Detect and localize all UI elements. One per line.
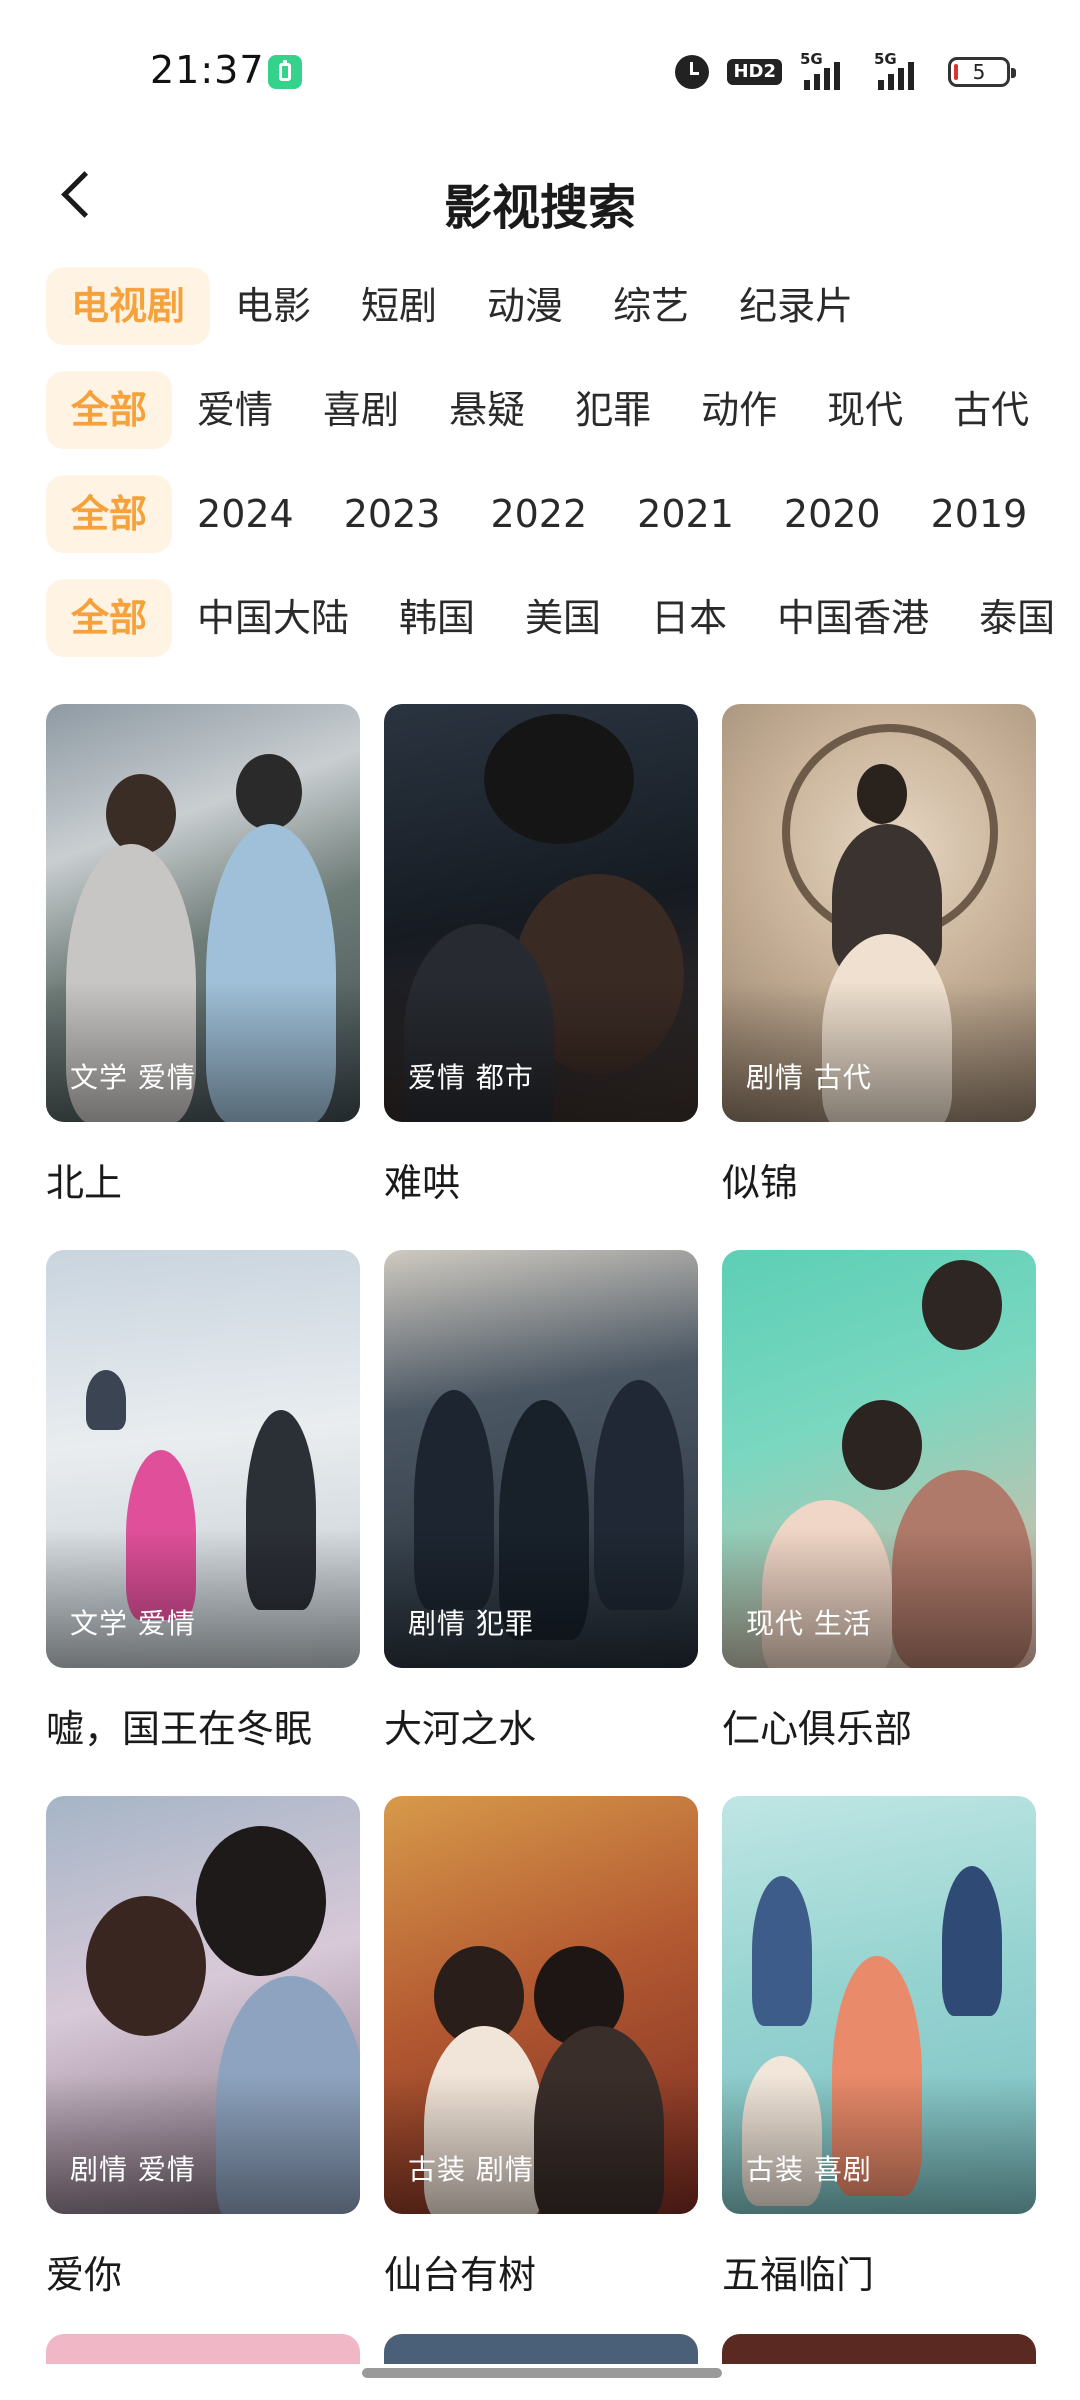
filter-chip-genre[interactable]: 动作 — [676, 371, 802, 449]
filter-chip-genre[interactable]: 现代 — [802, 371, 928, 449]
status-time: 21:37 — [150, 48, 265, 92]
title-bar: 影视搜索 — [0, 140, 1080, 250]
filter-row-year: 全部 2024 2023 2022 2021 2020 2019 2018 — [46, 474, 1080, 554]
card-title: 难哄 — [384, 1161, 461, 1205]
filter-row-region: 全部 中国大陆 韩国 美国 日本 中国香港 泰国 — [46, 578, 1080, 658]
filter-chip-type[interactable]: 短剧 — [336, 267, 462, 345]
filter-chip-type[interactable]: 纪录片 — [714, 267, 878, 345]
result-card[interactable]: 古装 剧情 仙台有树 — [384, 1796, 698, 2299]
filter-chip-year[interactable]: 2019 — [906, 475, 1053, 553]
card-title: 北上 — [46, 1161, 123, 1205]
filter-chip-type[interactable]: 电影 — [210, 267, 336, 345]
filter-chip-genre[interactable]: 喜剧 — [298, 371, 424, 449]
signal-2-icon: 5G — [874, 50, 930, 90]
card-title: 爱你 — [46, 2253, 123, 2297]
poster-tags: 现代 生活 — [746, 1607, 872, 1640]
poster-image: 剧情 古代 — [722, 704, 1036, 1122]
poster-image: 剧情 犯罪 — [384, 1250, 698, 1668]
filter-chip-year[interactable]: 2024 — [172, 475, 319, 553]
result-card[interactable]: 古装 喜剧 五福临门 — [722, 1796, 1036, 2299]
movie-search-screen: 21:37 HD2 5G 5G 5 影视搜索 电视剧 电影 短剧 动漫 综艺 纪… — [0, 0, 1080, 2400]
card-title: 五福临门 — [722, 2253, 875, 2297]
card-title: 似锦 — [722, 1161, 799, 1205]
filter-chip-type[interactable]: 动漫 — [462, 267, 588, 345]
status-bar: 21:37 HD2 5G 5G 5 — [0, 0, 1080, 140]
filter-chip-region[interactable]: 全部 — [46, 579, 173, 657]
poster-image: 剧情 爱情 — [46, 1796, 360, 2214]
poster-image: 古装 剧情 — [384, 1796, 698, 2214]
card-title: 仁心俱乐部 — [722, 1707, 913, 1751]
filter-row-type: 电视剧 电影 短剧 动漫 综艺 纪录片 — [46, 266, 1080, 346]
filter-chip-region[interactable]: 美国 — [500, 579, 626, 657]
filter-chip-genre[interactable]: 犯罪 — [550, 371, 676, 449]
card-title: 大河之水 — [384, 1707, 537, 1751]
poster-tags: 古装 喜剧 — [746, 2153, 872, 2186]
poster-image: 现代 生活 — [722, 1250, 1036, 1668]
poster-image: 古装 喜剧 — [722, 1796, 1036, 2214]
poster-tags: 文学 爱情 — [70, 1607, 196, 1640]
result-card-partial[interactable] — [384, 2334, 698, 2364]
filter-chip-region[interactable]: 韩国 — [374, 579, 500, 657]
filter-chip-year[interactable]: 2018 — [1052, 475, 1080, 553]
signal-1-icon: 5G — [800, 50, 856, 90]
poster-tags: 剧情 爱情 — [70, 2153, 196, 2186]
filter-chip-type[interactable]: 电视剧 — [46, 267, 211, 345]
filter-row-genre: 全部 爱情 喜剧 悬疑 犯罪 动作 现代 古代 — [46, 370, 1080, 450]
poster-tags: 文学 爱情 — [70, 1061, 196, 1094]
filter-chip-genre[interactable]: 全部 — [46, 371, 173, 449]
filter-chip-region[interactable]: 日本 — [626, 579, 752, 657]
poster-image: 文学 爱情 — [46, 704, 360, 1122]
battery-icon: 5 — [948, 57, 1016, 87]
poster-tags: 剧情 古代 — [746, 1061, 872, 1094]
filter-chip-year[interactable]: 2021 — [612, 475, 759, 553]
poster-tags: 剧情 犯罪 — [408, 1607, 534, 1640]
filter-chip-genre[interactable]: 爱情 — [172, 371, 298, 449]
filter-chip-year[interactable]: 2022 — [465, 475, 612, 553]
battery-level: 5 — [972, 60, 986, 84]
status-icons: HD2 5G 5G 5 — [675, 50, 1016, 92]
filter-chip-year[interactable]: 全部 — [46, 475, 173, 553]
result-card[interactable]: 爱情 都市 难哄 — [384, 704, 698, 1207]
result-card[interactable]: 现代 生活 仁心俱乐部 — [722, 1250, 1036, 1753]
result-card[interactable]: 剧情 古代 似锦 — [722, 704, 1036, 1207]
filter-chip-year[interactable]: 2023 — [319, 475, 466, 553]
result-card-partial[interactable] — [722, 2334, 1036, 2364]
filter-chip-genre[interactable]: 悬疑 — [424, 371, 550, 449]
page-title: 影视搜索 — [443, 180, 636, 236]
hd-voice-icon: HD2 — [727, 59, 782, 85]
filter-chip-genre[interactable]: 古代 — [928, 371, 1054, 449]
result-card-partial[interactable] — [46, 2334, 360, 2364]
result-card[interactable]: 文学 爱情 嘘，国王在冬眠 — [46, 1250, 360, 1753]
filter-chip-type[interactable]: 综艺 — [588, 267, 714, 345]
poster-tags: 爱情 都市 — [408, 1061, 534, 1094]
filter-chip-region[interactable]: 中国大陆 — [172, 579, 374, 657]
filter-chip-region[interactable]: 泰国 — [954, 579, 1080, 657]
filter-chip-region[interactable]: 中国香港 — [752, 579, 954, 657]
result-card[interactable]: 剧情 爱情 爱你 — [46, 1796, 360, 2299]
result-card[interactable]: 剧情 犯罪 大河之水 — [384, 1250, 698, 1753]
home-indicator[interactable] — [362, 2368, 722, 2378]
poster-tags: 古装 剧情 — [408, 2153, 534, 2186]
card-title: 仙台有树 — [384, 2253, 537, 2297]
battery-saver-icon — [268, 55, 302, 89]
result-card[interactable]: 文学 爱情 北上 — [46, 704, 360, 1207]
alarm-icon — [675, 55, 710, 89]
poster-image: 文学 爱情 — [46, 1250, 360, 1668]
card-title: 嘘，国王在冬眠 — [46, 1707, 313, 1751]
poster-image: 爱情 都市 — [384, 704, 698, 1122]
filter-chip-year[interactable]: 2020 — [759, 475, 906, 553]
